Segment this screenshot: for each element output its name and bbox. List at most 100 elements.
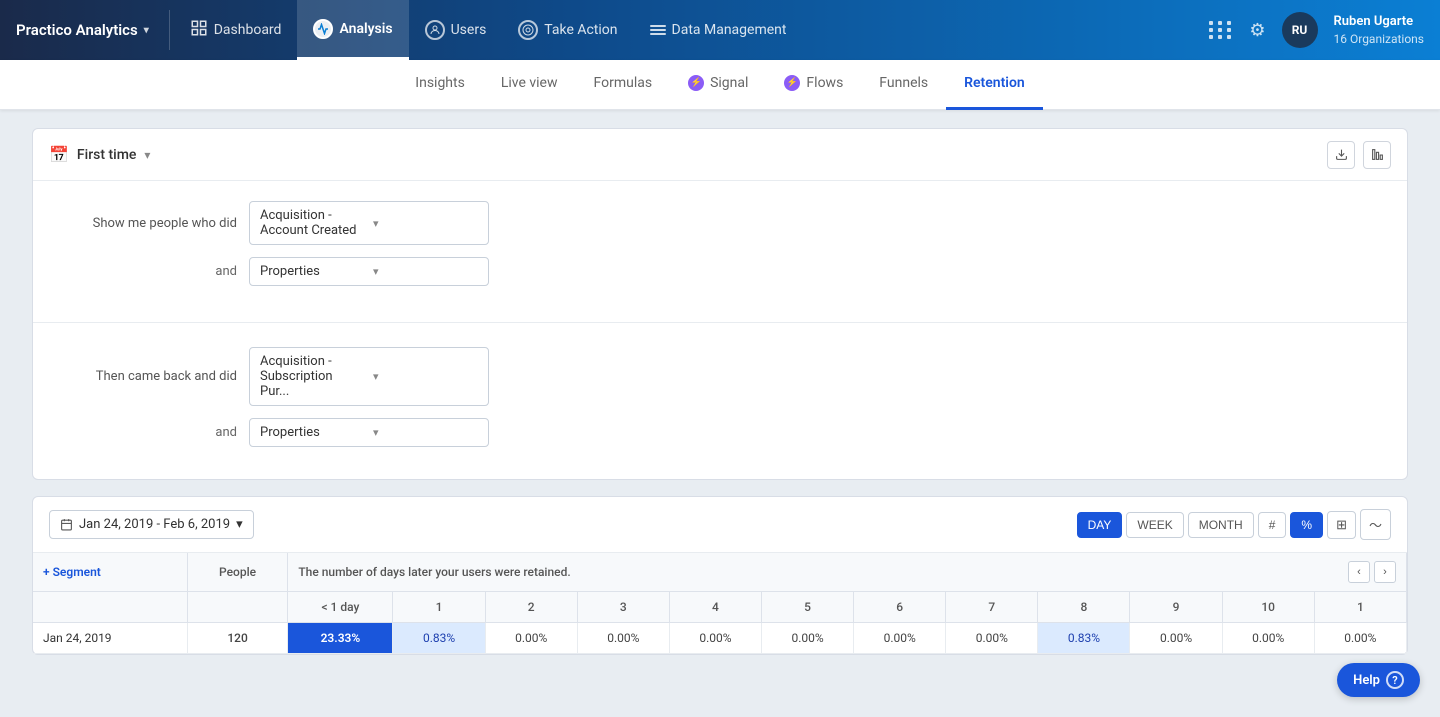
- chart-button[interactable]: [1363, 141, 1391, 169]
- brand-name: Practico Analytics: [16, 21, 138, 39]
- date-range-button[interactable]: Jan 24, 2019 - Feb 6, 2019 ▾: [49, 510, 254, 539]
- properties-select-2[interactable]: Properties ▾: [249, 418, 489, 447]
- tab-funnels[interactable]: Funnels: [861, 60, 946, 110]
- col-1: 1: [393, 592, 485, 623]
- cell-3: 0.00%: [577, 623, 669, 654]
- user-name: Ruben Ugarte: [1334, 13, 1424, 31]
- cell-6: 0.00%: [854, 623, 946, 654]
- nav-dashboard-label: Dashboard: [214, 22, 282, 38]
- brand-logo[interactable]: Practico Analytics ▾: [16, 21, 165, 39]
- subscription-event-select[interactable]: Acquisition - Subscription Pur... ▾: [249, 347, 489, 406]
- subscription-event-value: Acquisition - Subscription Pur...: [260, 354, 365, 399]
- cell-4: 0.00%: [669, 623, 761, 654]
- col-less-1-day: < 1 day: [288, 592, 393, 623]
- month-view-button[interactable]: MONTH: [1188, 512, 1254, 538]
- filter-card-header-left: 📅 First time ▾: [49, 145, 150, 164]
- flows-icon: ⚡: [784, 75, 800, 91]
- tab-live-view[interactable]: Live view: [483, 60, 576, 110]
- retention-label: Retention: [964, 75, 1025, 91]
- day-label: DAY: [1088, 518, 1112, 532]
- segment-header[interactable]: + Segment: [33, 553, 187, 592]
- grid-dot: [1209, 28, 1213, 32]
- acquisition-event-value: Acquisition - Account Created: [260, 208, 365, 238]
- nav-item-analysis[interactable]: Analysis: [297, 0, 408, 60]
- users-icon: [425, 20, 445, 40]
- filter-row-properties: and Properties ▾: [57, 257, 1383, 286]
- column-nav: ‹ ›: [1348, 561, 1396, 583]
- tab-flows[interactable]: ⚡ Flows: [766, 60, 861, 110]
- date-range-arrow: ▾: [236, 517, 243, 532]
- row-people-count: 120: [187, 623, 288, 654]
- table-row: Jan 24, 2019 120 23.33% 0.83% 0.00% 0.00…: [33, 623, 1407, 654]
- first-time-label: First time: [77, 147, 137, 163]
- retention-card: Jan 24, 2019 - Feb 6, 2019 ▾ DAY WEEK MO…: [32, 496, 1408, 655]
- formulas-label: Formulas: [594, 75, 653, 91]
- event-select-arrow: ▾: [373, 217, 478, 230]
- user-avatar[interactable]: RU: [1282, 12, 1318, 48]
- flows-label: Flows: [806, 75, 843, 91]
- tab-retention[interactable]: Retention: [946, 60, 1043, 110]
- settings-gear-icon[interactable]: ⚙: [1249, 20, 1265, 41]
- dashboard-icon: [190, 19, 208, 41]
- col-3: 3: [577, 592, 669, 623]
- week-view-button[interactable]: WEEK: [1126, 512, 1183, 538]
- nav-item-dashboard[interactable]: Dashboard: [174, 0, 298, 60]
- acquisition-event-select[interactable]: Acquisition - Account Created ▾: [249, 201, 489, 245]
- grid-view-button[interactable]: ⊞: [1327, 511, 1356, 539]
- properties-value-2: Properties: [260, 425, 365, 440]
- properties-select-1[interactable]: Properties ▾: [249, 257, 489, 286]
- col-prev-button[interactable]: ‹: [1348, 561, 1370, 583]
- percent-format-button[interactable]: %: [1290, 512, 1323, 538]
- count-format-button[interactable]: #: [1258, 512, 1287, 538]
- filter-divider: [33, 322, 1407, 323]
- show-me-label: Show me people who did: [57, 216, 237, 231]
- table-desc-label: The number of days later your users were…: [298, 565, 570, 579]
- col-next-button[interactable]: ›: [1374, 561, 1396, 583]
- date-range-label: Jan 24, 2019 - Feb 6, 2019: [79, 517, 230, 532]
- funnels-label: Funnels: [879, 75, 928, 91]
- help-question-icon: ?: [1386, 671, 1404, 689]
- subscription-arrow: ▾: [373, 370, 478, 383]
- day-view-button[interactable]: DAY: [1077, 512, 1123, 538]
- download-button[interactable]: [1327, 141, 1355, 169]
- tab-insights[interactable]: Insights: [397, 60, 483, 110]
- filter-card-header: 📅 First time ▾: [33, 129, 1407, 181]
- then-came-back-label: Then came back and did: [57, 369, 237, 384]
- sub-nav: Insights Live view Formulas ⚡ Signal ⚡ F…: [0, 60, 1440, 110]
- col-10: 10: [1222, 592, 1314, 623]
- cell-9: 0.00%: [1130, 623, 1222, 654]
- properties-arrow-2: ▾: [373, 426, 478, 439]
- nav-take-action-label: Take Action: [544, 22, 617, 38]
- help-button[interactable]: Help ?: [1337, 663, 1420, 697]
- main-content: 📅 First time ▾ Show me people who did Ac…: [0, 110, 1440, 673]
- percent-label: %: [1301, 518, 1312, 532]
- table-col-headers: < 1 day 1 2 3 4 5 6 7 8 9 10 1: [33, 592, 1407, 623]
- nav-item-data-management[interactable]: Data Management: [634, 0, 803, 60]
- take-action-icon: [518, 20, 538, 40]
- signal-label: Signal: [710, 75, 748, 91]
- user-info: Ruben Ugarte 16 Organizations: [1334, 13, 1424, 48]
- tab-signal[interactable]: ⚡ Signal: [670, 60, 766, 110]
- nav-data-management-label: Data Management: [672, 22, 787, 38]
- nav-item-users[interactable]: Users: [409, 0, 503, 60]
- table-header-row: + Segment People The number of days late…: [33, 553, 1407, 592]
- add-segment-label: + Segment: [43, 565, 101, 579]
- line-view-button[interactable]: 〜: [1360, 509, 1391, 540]
- apps-grid-icon[interactable]: [1209, 21, 1233, 39]
- nav-item-take-action[interactable]: Take Action: [502, 0, 633, 60]
- avatar-initials: RU: [1292, 23, 1308, 37]
- insights-label: Insights: [415, 75, 465, 91]
- col-2: 2: [485, 592, 577, 623]
- and-label-1: and: [57, 264, 237, 279]
- row-segment-label: Jan 24, 2019: [33, 623, 187, 654]
- user-orgs: 16 Organizations: [1334, 31, 1424, 48]
- retention-desc-header: The number of days later your users were…: [288, 553, 1407, 592]
- calendar-icon: 📅: [49, 145, 69, 164]
- properties-arrow-1: ▾: [373, 265, 478, 278]
- first-time-dropdown-icon[interactable]: ▾: [144, 148, 150, 162]
- count-label: #: [1269, 518, 1276, 532]
- retention-card-header: Jan 24, 2019 - Feb 6, 2019 ▾ DAY WEEK MO…: [33, 497, 1407, 553]
- col-7: 7: [946, 592, 1038, 623]
- grid-dot: [1209, 35, 1213, 39]
- tab-formulas[interactable]: Formulas: [576, 60, 671, 110]
